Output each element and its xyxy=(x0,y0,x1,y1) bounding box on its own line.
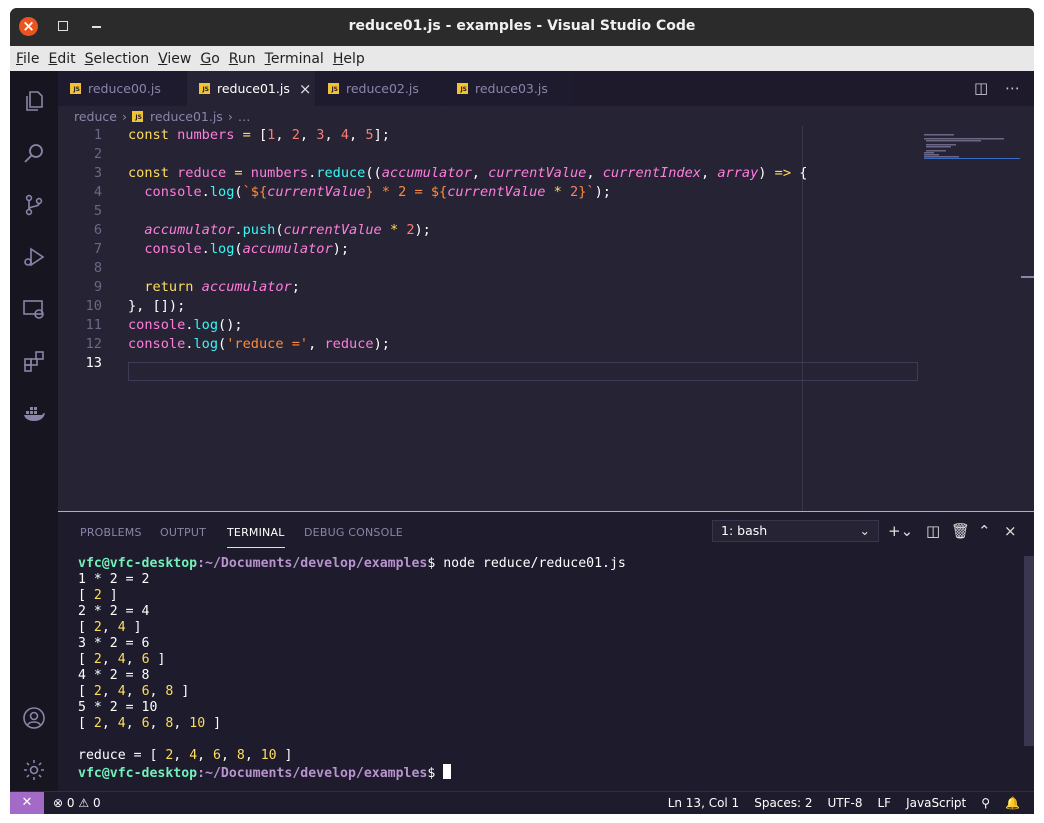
maximize-panel-icon[interactable]: ⌃ xyxy=(978,522,991,540)
run-debug-icon[interactable] xyxy=(22,245,46,269)
docker-icon[interactable] xyxy=(22,401,46,425)
code-line: 5 xyxy=(93,203,102,219)
code-line: 8 xyxy=(93,260,102,276)
scrollbar-marker xyxy=(1021,276,1034,278)
chevron-down-icon: ⌄ xyxy=(859,523,870,538)
files-icon[interactable] xyxy=(22,89,46,113)
language-mode[interactable]: JavaScript xyxy=(906,796,966,810)
split-editor-icon[interactable]: ◫ xyxy=(974,79,988,97)
code-line: 3 const reduce = numbers.reduce((accumula… xyxy=(93,165,808,181)
search-icon[interactable] xyxy=(22,141,46,165)
menu-go[interactable]: Go xyxy=(200,51,219,67)
more-actions-icon[interactable]: ⋯ xyxy=(1005,79,1020,97)
minimap[interactable] xyxy=(924,134,1020,164)
ruler-guide xyxy=(802,126,803,511)
split-terminal-icon[interactable]: ◫ xyxy=(926,522,940,540)
code-line: 2 xyxy=(93,146,102,162)
tab-debug-console[interactable]: DEBUG CONSOLE xyxy=(304,526,403,539)
code-line: 4 console.log(`${currentValue} * 2 = ${c… xyxy=(93,184,611,200)
cursor-position[interactable]: Ln 13, Col 1 xyxy=(668,796,740,810)
tab-terminal[interactable]: TERMINAL xyxy=(227,526,285,548)
menu-bar: File Edit Selection View Go Run Terminal… xyxy=(10,46,1034,71)
tab-reduce03[interactable]: JS reduce03.js xyxy=(445,71,573,106)
tab-problems[interactable]: PROBLEMS xyxy=(80,526,142,539)
editor-tabs: JS reduce00.js JS reduce01.js × JS reduce02.… xyxy=(58,71,1034,106)
terminal-output[interactable]: vfc@vfc-desktop:~/Documents/develop/exam… xyxy=(78,556,626,782)
new-terminal-icon[interactable]: +⌄ xyxy=(888,522,913,540)
chevron-right-icon: › xyxy=(121,108,127,124)
settings-gear-icon[interactable] xyxy=(22,758,46,782)
activity-bar xyxy=(10,71,58,791)
kill-terminal-icon[interactable]: 🗑 xyxy=(951,522,970,540)
terminal-cursor xyxy=(443,764,452,779)
breadcrumb: reduce › JS reduce01.js › … xyxy=(58,106,1034,126)
menu-terminal[interactable]: Terminal xyxy=(265,51,324,67)
js-file-icon: JS xyxy=(70,83,81,94)
tab-reduce00[interactable]: JS reduce00.js xyxy=(58,71,186,106)
chevron-right-icon: › xyxy=(227,108,233,124)
js-file-icon: JS xyxy=(328,83,339,94)
menu-help[interactable]: Help xyxy=(333,51,365,67)
code-line: 10}, []); xyxy=(85,298,186,314)
indentation[interactable]: Spaces: 2 xyxy=(754,796,812,810)
encoding[interactable]: UTF-8 xyxy=(828,796,863,810)
title-bar: × reduce01.js - examples - Visual Studio… xyxy=(10,8,1034,46)
tab-reduce02[interactable]: JS reduce02.js xyxy=(316,71,444,106)
terminal-select[interactable]: 1: bash ⌄ xyxy=(712,520,879,542)
problems-status[interactable]: ⊗ 0 ⚠ 0 xyxy=(53,796,101,810)
menu-run[interactable]: Run xyxy=(229,51,256,67)
extensions-icon[interactable] xyxy=(22,349,46,373)
status-bar: ✕ ⊗ 0 ⚠ 0 Ln 13, Col 1 Spaces: 2 UTF-8 L… xyxy=(10,791,1034,814)
code-line: 6 accumulator.push(currentValue * 2); xyxy=(93,222,431,238)
menu-file[interactable]: File xyxy=(16,51,39,67)
source-control-icon[interactable] xyxy=(22,193,46,217)
account-icon[interactable] xyxy=(22,706,46,730)
code-line: 12 console.log('reduce =', reduce); xyxy=(85,336,390,352)
window-title: reduce01.js - examples - Visual Studio C… xyxy=(348,18,696,34)
breadcrumb-file[interactable]: reduce01.js xyxy=(150,109,223,124)
current-line-highlight xyxy=(128,362,918,381)
warning-icon: ⚠ xyxy=(78,796,90,810)
error-icon: ⊗ xyxy=(53,796,64,810)
menu-edit[interactable]: Edit xyxy=(48,51,75,67)
feedback-icon[interactable]: ⚲ xyxy=(981,796,990,810)
js-file-icon: JS xyxy=(457,83,468,94)
close-tab-icon[interactable]: × xyxy=(299,80,312,98)
status-right: Ln 13, Col 1 Spaces: 2 UTF-8 LF JavaScri… xyxy=(653,796,1020,810)
menu-view[interactable]: View xyxy=(158,51,191,67)
terminal-scrollbar[interactable] xyxy=(1024,556,1034,746)
code-editor[interactable]: 1 const numbers = [1, 2, 3, 4, 5]; 2 3 con… xyxy=(58,126,1034,511)
end-of-line[interactable]: LF xyxy=(878,796,892,810)
code-line: 11 console.log(); xyxy=(85,317,243,333)
remote-indicator-icon[interactable]: ✕ xyxy=(10,792,44,814)
editor-actions: ◫ ⋯ xyxy=(974,79,1020,97)
bottom-panel: PROBLEMS OUTPUT TERMINAL DEBUG CONSOLE 1… xyxy=(58,511,1034,791)
tab-reduce01[interactable]: JS reduce01.js × xyxy=(187,71,315,106)
breadcrumb-more[interactable]: … xyxy=(238,109,251,124)
notifications-bell-icon[interactable]: 🔔 xyxy=(1005,796,1020,810)
remote-explorer-icon[interactable] xyxy=(22,297,46,321)
close-panel-icon[interactable]: × xyxy=(1004,522,1017,540)
menu-selection[interactable]: Selection xyxy=(85,51,150,67)
js-file-icon: JS xyxy=(131,110,143,122)
code-line: 1 const numbers = [1, 2, 3, 4, 5]; xyxy=(93,127,390,143)
breadcrumb-folder[interactable]: reduce xyxy=(74,109,117,124)
vscode-window: × reduce01.js - examples - Visual Studio… xyxy=(10,8,1034,814)
js-file-icon: JS xyxy=(199,83,210,94)
tab-output[interactable]: OUTPUT xyxy=(160,526,206,539)
code-line: 7 console.log(accumulator); xyxy=(93,241,350,257)
code-line: 9 return accumulator; xyxy=(93,279,300,295)
code-line: 13 xyxy=(85,355,102,371)
